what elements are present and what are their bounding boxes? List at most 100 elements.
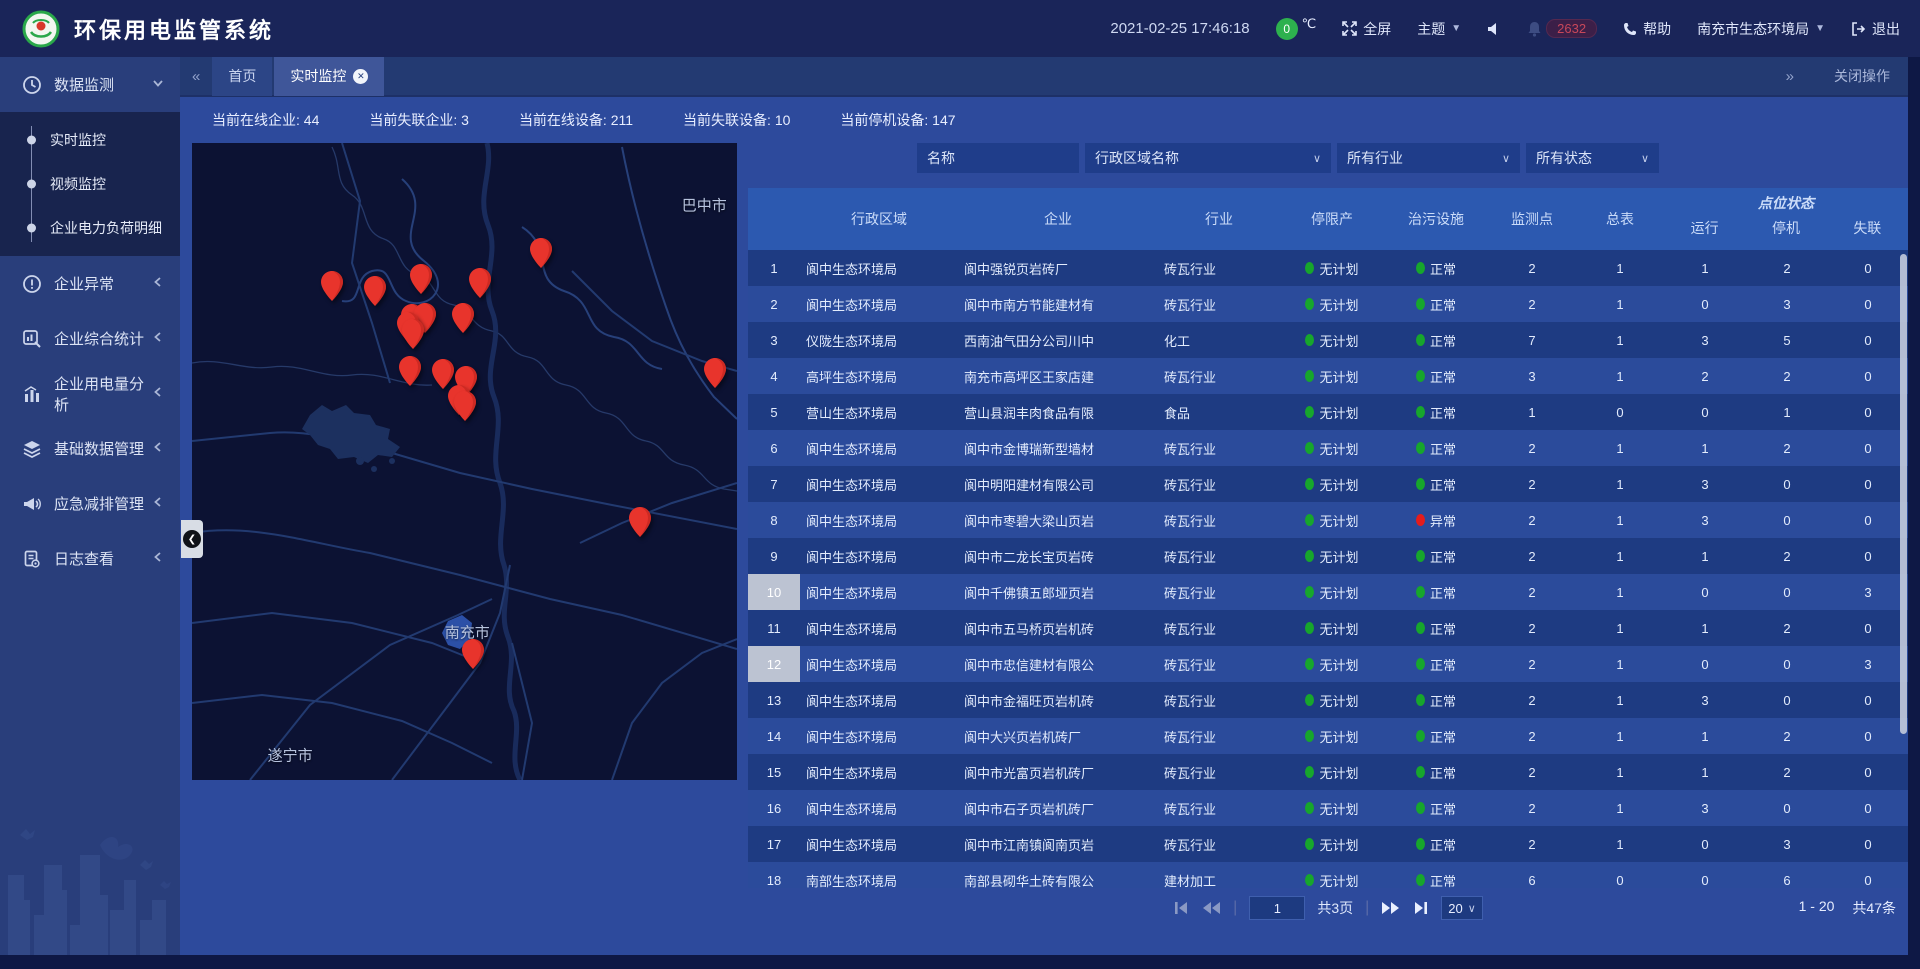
map-pin-icon[interactable] [462,639,484,669]
cell-lost-count: 0 [1828,394,1908,430]
notification-count-badge: 2632 [1546,19,1597,38]
table-row[interactable]: 10阆中生态环境局阆中千佛镇五郎垭页岩砖瓦行业无计划正常21003 [748,574,1908,610]
table-row[interactable]: 13阆中生态环境局阆中市金福旺页岩机砖砖瓦行业无计划正常21300 [748,682,1908,718]
submenu-item-0[interactable]: 实时监控 [0,118,180,162]
cell-stop-count: 0 [1746,646,1828,682]
table-row[interactable]: 4高坪生态环境局南充市高坪区王家店建砖瓦行业无计划正常31220 [748,358,1908,394]
sidebar-item-2[interactable]: 企业综合统计 [0,311,180,366]
fullscreen-button[interactable]: 全屏 [1342,19,1391,39]
last-page-button[interactable] [1413,901,1429,915]
cell-production-status: 无计划 [1280,358,1384,394]
status-dot-icon [1305,874,1314,886]
map-pin-icon[interactable] [454,391,476,421]
org-dropdown[interactable]: 南充市生态环境局 ▼ [1697,19,1825,39]
sidebar-item-0[interactable]: 数据监测 [0,57,180,112]
map-pin-icon[interactable] [452,303,474,333]
datetime-label: 2021-02-25 17:46:18 [1110,20,1249,37]
cell-production-status: 无计划 [1280,826,1384,862]
name-filter-input[interactable] [927,150,1069,166]
cell-production-status: 无计划 [1280,610,1384,646]
mute-button[interactable] [1487,22,1501,36]
cell-monitor-count: 2 [1488,826,1576,862]
cell-monitor-count: 2 [1488,430,1576,466]
cell-run-count: 3 [1664,322,1746,358]
column-header: 监测点 [1488,188,1576,250]
submenu-item-2[interactable]: 企业电力负荷明细 [0,206,180,250]
theme-dropdown[interactable]: 主题 ▼ [1417,19,1461,39]
map-pin-icon[interactable] [321,271,343,301]
table-row[interactable]: 16阆中生态环境局阆中市石子页岩机砖厂砖瓦行业无计划正常21300 [748,790,1908,826]
status-dot-icon [1416,406,1425,418]
map-pin-icon[interactable] [399,356,421,386]
page-number-input[interactable] [1249,896,1305,920]
industry-filter-dropdown[interactable]: 所有行业 ∨ [1337,143,1520,173]
cell-meter-count: 1 [1576,610,1664,646]
map-pin-icon[interactable] [410,264,432,294]
tabs-scroll-left-button[interactable]: « [180,68,212,85]
close-operations-button[interactable]: 关闭操作 [1834,66,1890,86]
table-row[interactable]: 9阆中生态环境局阆中市二龙长宝页岩砖砖瓦行业无计划正常21120 [748,538,1908,574]
region-filter-dropdown[interactable]: 行政区域名称 ∨ [1085,143,1331,173]
close-icon[interactable]: ✕ [353,69,368,84]
tab-1[interactable]: 实时监控✕ [274,56,384,96]
table-row[interactable]: 15阆中生态环境局阆中市光富页岩机砖厂砖瓦行业无计划正常21120 [748,754,1908,790]
prev-page-button[interactable] [1201,901,1221,915]
table-row[interactable]: 5营山生态环境局营山县润丰肉食品有限食品无计划正常10010 [748,394,1908,430]
cell-region: 阆中生态环境局 [800,646,958,682]
map-panel[interactable]: 巴中市南充市遂宁市 [192,143,737,780]
main-page: « 首页实时监控✕ » 关闭操作 当前在线企业: 44当前失联企业: 3当前在线… [180,57,1908,955]
sidebar-item-1[interactable]: 企业异常 [0,256,180,311]
row-number: 5 [748,394,800,430]
cell-stop-count: 3 [1746,826,1828,862]
cell-company: 阆中千佛镇五郎垭页岩 [958,574,1158,610]
map-pin-icon[interactable] [364,276,386,306]
status-dot-icon [1416,442,1425,454]
table-row[interactable]: 1阆中生态环境局阆中强锐页岩砖厂砖瓦行业无计划正常21120 [748,250,1908,286]
cell-meter-count: 1 [1576,718,1664,754]
row-number: 1 [748,250,800,286]
map-pin-icon[interactable] [469,268,491,298]
first-page-button[interactable] [1173,901,1189,915]
table-row[interactable]: 6阆中生态环境局阆中市金博瑞新型墙材砖瓦行业无计划正常21120 [748,430,1908,466]
map-pin-icon[interactable] [704,358,726,388]
cell-stop-count: 0 [1746,502,1828,538]
table-scrollbar[interactable] [1900,254,1907,734]
table-row[interactable]: 18南部生态环境局南部县砌华土砖有限公建材加工无计划正常60060 [748,862,1908,888]
cell-production-status: 无计划 [1280,286,1384,322]
sidebar-item-3[interactable]: 企业用电量分析 [0,366,180,421]
tab-0[interactable]: 首页 [212,56,272,96]
sidebar-collapse-handle[interactable]: ❮ [181,520,203,558]
submenu-item-1[interactable]: 视频监控 [0,162,180,206]
app-logo-icon [22,10,60,48]
table-row[interactable]: 8阆中生态环境局阆中市枣碧大梁山页岩砖瓦行业无计划异常21300 [748,502,1908,538]
cell-facility-status: 正常 [1384,466,1488,502]
row-number: 3 [748,322,800,358]
notifications-button[interactable]: 2632 [1527,19,1597,38]
sidebar-item-4[interactable]: 基础数据管理 [0,421,180,476]
logout-button[interactable]: 退出 [1851,19,1900,39]
cell-meter-count: 1 [1576,250,1664,286]
table-row[interactable]: 3仪陇生态环境局西南油气田分公司川中化工无计划正常71350 [748,322,1908,358]
cell-facility-status: 正常 [1384,826,1488,862]
cell-stop-count: 2 [1746,610,1828,646]
sidebar-item-6[interactable]: 日志查看 [0,531,180,586]
map-pin-icon[interactable] [629,507,651,537]
help-button[interactable]: 帮助 [1623,19,1671,39]
table-row[interactable]: 12阆中生态环境局阆中市忠信建材有限公砖瓦行业无计划正常21003 [748,646,1908,682]
next-page-button[interactable] [1381,901,1401,915]
page-size-select[interactable]: 20 ∨ [1441,896,1483,920]
status-dot-icon [1416,766,1425,778]
sidebar-item-5[interactable]: 应急减排管理 [0,476,180,531]
table-row[interactable]: 14阆中生态环境局阆中大兴页岩机砖厂砖瓦行业无计划正常21120 [748,718,1908,754]
map-pin-icon[interactable] [402,319,424,349]
status-filter-dropdown[interactable]: 所有状态 ∨ [1526,143,1659,173]
cell-region: 阆中生态环境局 [800,430,958,466]
table-row[interactable]: 11阆中生态环境局阆中市五马桥页岩机砖砖瓦行业无计划正常21120 [748,610,1908,646]
tabs-scroll-right-button[interactable]: » [1774,68,1806,85]
table-row[interactable]: 17阆中生态环境局阆中市江南镇阆南页岩砖瓦行业无计划正常21030 [748,826,1908,862]
cell-production-status: 无计划 [1280,790,1384,826]
map-pin-icon[interactable] [530,238,552,268]
table-row[interactable]: 2阆中生态环境局阆中市南方节能建材有砖瓦行业无计划正常21030 [748,286,1908,322]
filter-row: 行政区域名称 ∨ 所有行业 ∨ 所有状态 ∨ [748,143,1908,173]
table-row[interactable]: 7阆中生态环境局阆中明阳建材有限公司砖瓦行业无计划正常21300 [748,466,1908,502]
